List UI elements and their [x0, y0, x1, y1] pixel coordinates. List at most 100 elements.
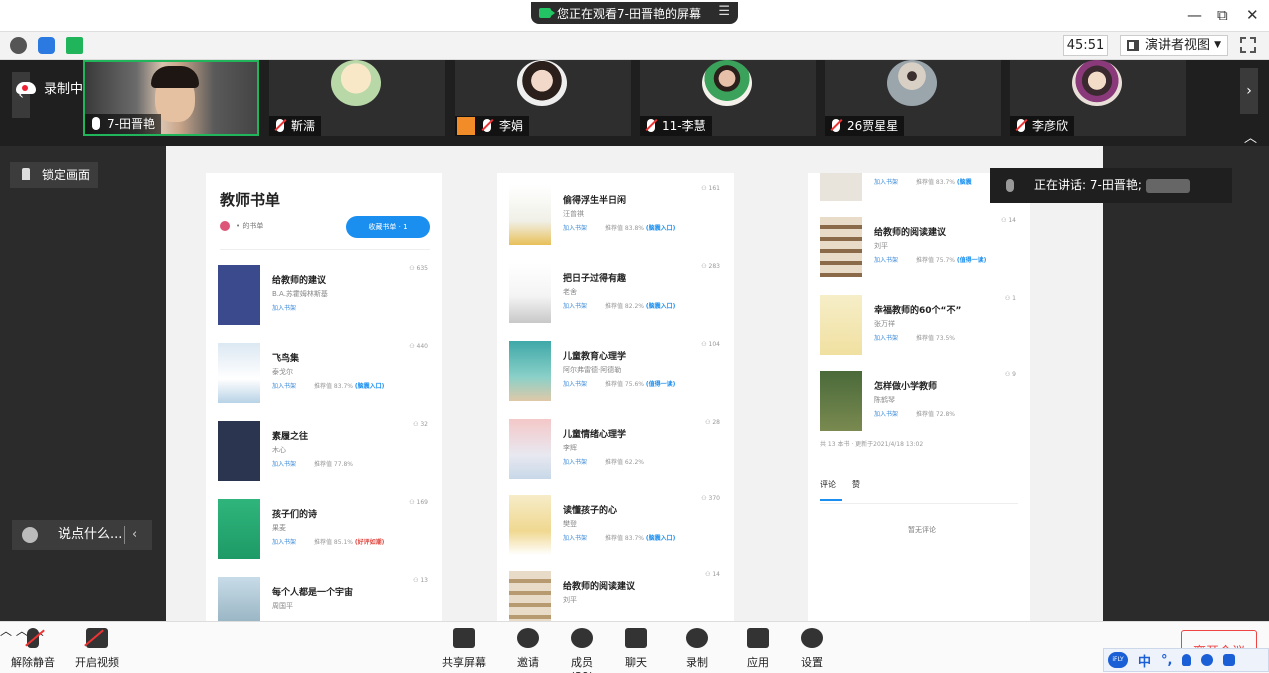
reader-count-value: 28 — [712, 419, 720, 426]
add-to-shelf-link[interactable]: 加入书架 — [563, 457, 587, 466]
list-item[interactable]: 孩子们的诗 果麦 加入书架 推荐值 85.1% (好评如潮) ⚇ 169 — [206, 495, 442, 571]
participant-tile[interactable]: 李彦欣 — [1010, 60, 1186, 136]
screen-share-status[interactable]: 您正在观看7-田晋艳的屏幕 ☰ — [531, 2, 738, 24]
page-title: 教师书单 — [220, 191, 281, 209]
chat-input[interactable]: 说点什么... ‹ — [12, 520, 152, 550]
reader-count-value: 440 — [416, 343, 428, 350]
badge: (脑震入口) — [645, 535, 676, 542]
punctuation-icon[interactable]: °, — [1161, 653, 1172, 668]
add-to-shelf-link[interactable]: 加入书架 — [563, 379, 587, 388]
tab-comments[interactable]: 评论 — [820, 480, 836, 489]
unmute-button[interactable]: 解除静音 — [10, 628, 56, 670]
add-to-shelf-link[interactable]: 加入书架 — [874, 177, 898, 186]
shield-icon[interactable] — [38, 37, 55, 54]
mic-icon[interactable] — [1182, 654, 1192, 666]
list-item[interactable]: 读懂孩子的心 樊登 加入书架 推荐值 83.7% (脑震入口) ⚇ 370 — [497, 491, 734, 567]
start-video-label: 开启视频 — [75, 656, 119, 669]
list-item[interactable]: 怎样做小学教师 陈鹤琴 加入书架 推荐值 72.8% ⚇ 9 — [808, 367, 1030, 443]
participant-tile[interactable]: 7-田晋艳 — [83, 60, 259, 136]
book-cover — [820, 371, 862, 431]
mic-muted-icon — [647, 119, 655, 132]
settings-button[interactable]: 设置 — [798, 628, 826, 670]
participant-label: 李娟 — [455, 116, 530, 136]
grid-icon — [1127, 40, 1139, 51]
emoji-icon[interactable] — [22, 527, 38, 543]
booklist-footer: 共 13 本书 · 更新于2021/4/18 13:02 — [820, 441, 924, 448]
mic-muted-icon — [27, 628, 39, 648]
reader-count: ⚇ 635 — [409, 265, 428, 272]
start-video-button[interactable]: 开启视频 — [74, 628, 120, 670]
book-title: 偷得浮生半日闲 — [563, 196, 627, 206]
reader-count: ⚇ 104 — [701, 341, 720, 348]
list-item[interactable]: 飞鸟集 泰戈尔 加入书架 推荐值 83.7% (脑震入口) ⚇ 440 — [206, 339, 442, 415]
members-button[interactable]: 成员(39) — [560, 628, 604, 673]
members-label: 成员(39) — [571, 656, 594, 673]
participant-tile[interactable]: 11-李慧 — [640, 60, 816, 136]
hair — [151, 66, 199, 88]
participant-tile[interactable]: 李娟 — [455, 60, 631, 136]
add-to-shelf-link[interactable]: 加入书架 — [874, 409, 898, 418]
apps-button[interactable]: 应用 — [744, 628, 772, 670]
invite-button[interactable]: 邀请 — [514, 628, 542, 670]
view-mode-dropdown[interactable]: 演讲者视图 ▼ — [1120, 35, 1228, 56]
title-bar: 您正在观看7-田晋艳的屏幕 ☰ — ⧉ ✕ — [0, 0, 1269, 32]
add-to-shelf-link[interactable]: 加入书架 — [272, 459, 296, 468]
list-item[interactable]: 给教师的阅读建议 刘平 ⚇ 14 — [497, 567, 734, 621]
list-item[interactable]: 儿童教育心理学 阿尔弗雷德·阿德勒 加入书架 推荐值 75.6% (值得一读) … — [497, 337, 734, 413]
minimize-button[interactable]: — — [1187, 6, 1202, 24]
reader-count: ⚇ 161 — [701, 185, 720, 192]
list-item[interactable]: 幸福教师的60个“不” 张万祥 加入书架 推荐值 73.5% ⚇ 1 — [808, 291, 1030, 367]
recommend-score: 推荐值 73.5% — [916, 333, 955, 342]
booklist-panel: 加入书架 推荐值 83.7% (脑震 给教师的阅读建议 刘平 加入书架 推荐值 … — [808, 173, 1030, 621]
share-screen-button[interactable]: 共享屏幕 — [440, 628, 488, 670]
add-to-shelf-link[interactable]: 加入书架 — [563, 533, 587, 542]
list-item[interactable]: 素履之往 木心 加入书架 推荐值 77.8% ⚇ 32 — [206, 417, 442, 493]
list-item[interactable]: 儿童情绪心理学 李辉 加入书架 推荐值 62.2% ⚇ 28 — [497, 415, 734, 491]
participant-tile[interactable]: 靳濡 — [269, 60, 445, 136]
book-author: 樊登 — [563, 520, 577, 528]
add-to-shelf-link[interactable]: 加入书架 — [563, 223, 587, 232]
book-title: 每个人都是一个宇宙 — [272, 588, 354, 598]
chat-placeholder: 说点什么... — [58, 527, 123, 542]
add-person-icon — [517, 628, 539, 648]
recommend-value: 推荐值 85.1% — [314, 539, 353, 546]
add-to-shelf-link[interactable]: 加入书架 — [272, 381, 296, 390]
strip-next-button[interactable]: › — [1240, 68, 1258, 114]
info-bar: 45:51 演讲者视图 ▼ — [0, 32, 1269, 60]
list-item[interactable]: 给教师的阅读建议 刘平 加入书架 推荐值 75.7% (值得一读) ⚇ 14 — [808, 213, 1030, 289]
ime-toolbar[interactable]: iFLY 中 °, — [1103, 648, 1269, 672]
reader-count-value: 13 — [420, 577, 428, 584]
signal-icon[interactable] — [66, 37, 83, 54]
list-item[interactable]: 给教师的建议 B.A.苏霍姆林斯基 加入书架 ⚇ 635 — [206, 261, 442, 337]
user-icon[interactable] — [1201, 654, 1214, 666]
participant-label: 26贾星星 — [825, 116, 905, 136]
add-to-shelf-link[interactable]: 加入书架 — [272, 303, 296, 312]
divider — [124, 526, 125, 544]
collapse-strip-icon[interactable]: ︿ — [1244, 127, 1257, 146]
chevron-left-icon[interactable]: ‹ — [132, 520, 137, 550]
badge: (脑震入口) — [645, 225, 676, 232]
add-to-shelf-link[interactable]: 加入书架 — [874, 333, 898, 342]
list-item[interactable]: 每个人都是一个宇宙 周国平 ⚇ 13 — [206, 573, 442, 621]
fullscreen-icon[interactable] — [1240, 37, 1256, 53]
list-item[interactable]: 偷得浮生半日闲 汪曾祺 加入书架 推荐值 83.8% (脑震入口) ⚇ 161 — [497, 181, 734, 257]
add-to-shelf-link[interactable]: 加入书架 — [874, 255, 898, 264]
participant-tile[interactable]: 26贾星星 — [825, 60, 1001, 136]
tab-likes[interactable]: 赞 — [852, 480, 860, 489]
chat-button[interactable]: 聊天 — [622, 628, 650, 670]
badge: (脑震 — [956, 179, 972, 186]
restore-button[interactable]: ⧉ — [1217, 6, 1228, 24]
badge: (脑震入口) — [354, 383, 385, 390]
list-item[interactable]: 把日子过得有趣 老舍 加入书架 推荐值 82.2% (脑震入口) ⚇ 283 — [497, 259, 734, 335]
add-to-shelf-link[interactable]: 加入书架 — [563, 301, 587, 310]
add-to-shelf-link[interactable]: 加入书架 — [272, 537, 296, 546]
book-cover — [509, 495, 551, 555]
info-icon[interactable] — [10, 37, 27, 54]
favorite-list-button[interactable]: 收藏书单 · 1 — [346, 216, 430, 238]
menu-icon[interactable]: ☰ — [718, 4, 730, 19]
ime-language[interactable]: 中 — [1138, 651, 1151, 670]
close-button[interactable]: ✕ — [1246, 6, 1259, 24]
lock-view-button[interactable]: 锁定画面 — [10, 162, 98, 188]
grid-icon[interactable] — [1223, 654, 1236, 666]
record-button[interactable]: 录制 — [683, 628, 711, 670]
